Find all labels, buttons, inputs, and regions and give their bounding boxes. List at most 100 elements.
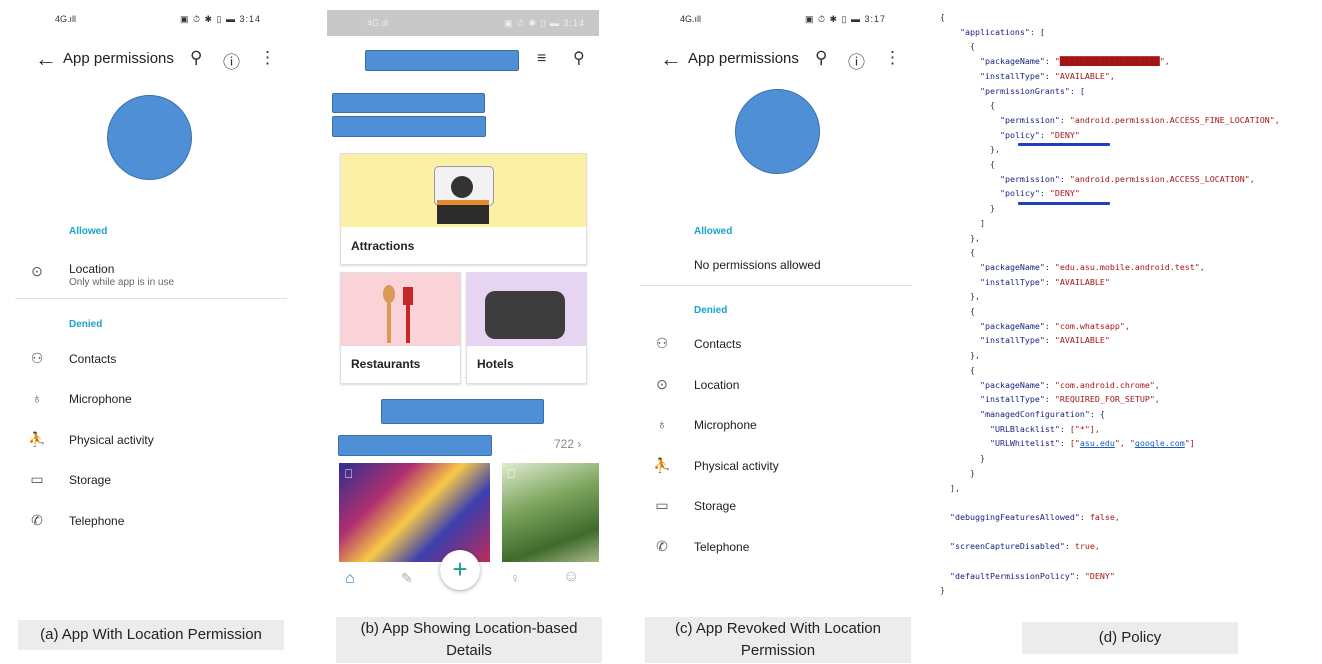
category-card-attractions[interactable]: Attractions [340, 153, 587, 265]
app-bar: ← App permissions ⚲ ⓘ ⋮ [640, 40, 912, 76]
search-icon[interactable]: ⚲ [815, 48, 827, 68]
code-value: "android.permission.ACCESS_FINE_LOCATION… [1069, 114, 1280, 125]
permission-label: Storage [69, 473, 112, 487]
code-key: "installType": [979, 335, 1055, 346]
permission-row-microphone[interactable]: ♁ Microphone [640, 414, 912, 440]
category-card-restaurants[interactable]: Restaurants [340, 272, 461, 384]
folder-icon: ▭ [30, 471, 44, 487]
bulb-icon[interactable]: ♀ [510, 570, 521, 586]
ticket-icon[interactable]: ✎ [401, 570, 413, 587]
no-permissions-text: No permissions allowed [694, 258, 821, 272]
caption-d: (d) Policy [1022, 622, 1238, 654]
caption-text-line2: Details [446, 642, 492, 659]
code-line: ] [979, 217, 985, 228]
permission-row-contacts[interactable]: ⚇ Contacts [640, 333, 912, 359]
search-icon[interactable]: ⚲ [190, 48, 202, 68]
bookmark-icon[interactable]: ⎕ [508, 467, 515, 482]
code-line: { [940, 12, 945, 22]
category-card-hotels[interactable]: Hotels [466, 272, 587, 384]
permission-row-location[interactable]: ⊙ Location [640, 374, 912, 400]
permission-row-telephone[interactable]: ✆ Telephone [15, 510, 287, 536]
code-value: "REQUIRED_FOR_SETUP", [1054, 394, 1160, 405]
code-line: ], [950, 482, 960, 493]
help-icon[interactable]: ⓘ [848, 48, 865, 73]
divider [15, 298, 287, 299]
phone-icon: ✆ [656, 538, 668, 554]
panel-d-policy-json: { "applications": [ { "packageName": "██… [940, 10, 1320, 600]
phone-icon: ✆ [31, 512, 43, 528]
redacted-search-bar[interactable] [365, 50, 519, 71]
app-icon [107, 95, 192, 180]
more-vert-icon[interactable]: ⋮ [884, 48, 901, 68]
permission-label: Contacts [69, 352, 117, 366]
map-pin-icon[interactable]: ⚲ [573, 48, 585, 68]
location-pin-icon: ⊙ [31, 263, 43, 279]
code-link[interactable]: asu.edu [1080, 438, 1115, 448]
code-line: } [989, 203, 995, 214]
policy-highlight-underline [1018, 143, 1110, 146]
more-vert-icon[interactable]: ⋮ [259, 48, 276, 68]
code-key: "packageName": [979, 56, 1055, 67]
code-line: { [969, 247, 975, 258]
code-line: "managedConfiguration": { [979, 408, 1105, 419]
caption-text-line1: (c) App Revoked With Location [675, 620, 881, 637]
code-key: "policy": [999, 188, 1050, 199]
permission-row-physical-activity[interactable]: ⛹ Physical activity [640, 455, 912, 481]
code-key: "packageName": [979, 261, 1055, 272]
status-bar: 4G.ıll ▣ ⏱ ✱ ▯ ▬ 3:17 [640, 10, 912, 28]
plus-icon: + [452, 554, 468, 584]
code-key: "defaultPermissionPolicy": [950, 570, 1085, 581]
code-value: false, [1089, 511, 1120, 522]
home-icon[interactable]: ⌂ [345, 570, 355, 588]
code-key: "installType": [979, 394, 1055, 405]
divider [640, 285, 912, 286]
permission-row-location[interactable]: ⊙ Location Only while app is in use [15, 258, 287, 292]
permission-row-microphone[interactable]: ♁ Microphone [15, 388, 287, 414]
caption-text: (a) App With Location Permission [40, 626, 262, 643]
result-count[interactable]: 722 › [554, 437, 581, 451]
photo-times-square[interactable]: ⎕ [339, 463, 490, 562]
status-icons-time: ▣ ⏱ ✱ ▯ ▬ 3:17 [804, 14, 886, 24]
denied-section-label: Denied [69, 319, 103, 330]
permission-label: Physical activity [69, 433, 154, 447]
permission-label: Location [694, 378, 740, 392]
code-value: "edu.asu.mobile.android.test", [1054, 261, 1205, 272]
page-title: App permissions [63, 50, 174, 67]
code-value: "DENY" [1049, 129, 1080, 140]
permission-label: Physical activity [694, 459, 779, 473]
back-arrow-icon[interactable]: ← [660, 46, 682, 72]
help-icon[interactable]: ⓘ [223, 48, 240, 73]
folder-icon: ▭ [655, 497, 669, 513]
permission-row-contacts[interactable]: ⚇ Contacts [15, 348, 287, 374]
filter-icon[interactable]: ≡ [537, 50, 546, 68]
code-line: }, [969, 350, 980, 361]
permission-row-physical-activity[interactable]: ⛹ Physical activity [15, 429, 287, 455]
code-line: { [989, 159, 995, 170]
status-bar: 4G.ıll ▣ ⏱ ✱ ▯ ▬ 3:14 [327, 10, 599, 36]
code-line: }, [969, 232, 980, 243]
profile-icon[interactable]: ☺ [563, 568, 579, 586]
photo-park[interactable]: ⎕ [502, 463, 599, 562]
denied-section-label: Denied [694, 305, 728, 316]
code-value: "DENY" [1049, 188, 1080, 199]
permission-row-telephone[interactable]: ✆ Telephone [640, 536, 912, 562]
code-line: { [969, 364, 975, 375]
policy-code: { "applications": [ { "packageName": "██… [940, 10, 1280, 598]
back-arrow-icon[interactable]: ← [35, 46, 57, 72]
pillow-illustration [467, 273, 586, 346]
app-bar: ← App permissions ⚲ ⓘ ⋮ [15, 40, 287, 76]
card-label: Restaurants [351, 357, 421, 371]
code-value: "DENY" [1084, 570, 1115, 581]
permission-row-storage[interactable]: ▭ Storage [15, 469, 287, 495]
caption-text-line2: Permission [740, 642, 816, 659]
bookmark-icon[interactable]: ⎕ [345, 467, 352, 482]
microphone-icon: ♁ [656, 416, 668, 432]
permission-row-storage[interactable]: ▭ Storage [640, 495, 912, 521]
contacts-icon: ⚇ [30, 350, 44, 366]
add-fab-button[interactable]: + [440, 550, 480, 590]
code-line: }, [969, 291, 980, 302]
signal-indicator: 4G.ıll [367, 18, 389, 28]
code-link[interactable]: google.com [1135, 438, 1185, 448]
permission-label: Microphone [69, 392, 132, 406]
code-key: "URLBlacklist": [989, 423, 1070, 434]
